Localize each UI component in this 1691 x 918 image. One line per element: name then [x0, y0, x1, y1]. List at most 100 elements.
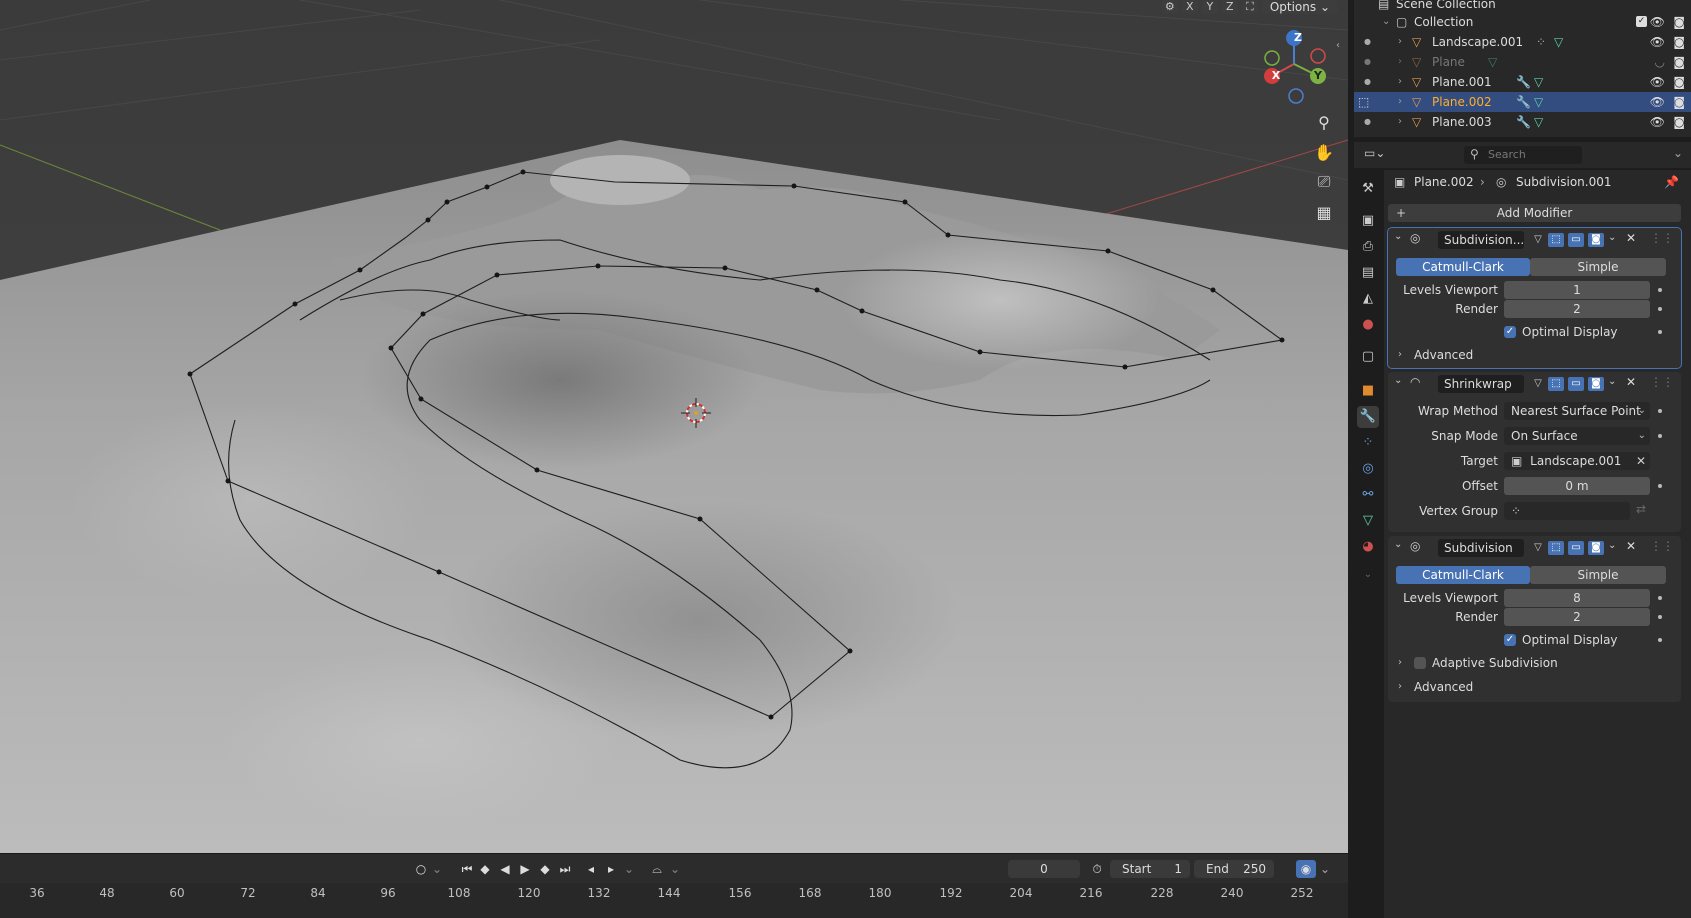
edit-cage-icon[interactable]: ▽ — [1530, 233, 1546, 247]
object-tab-icon[interactable]: ■ — [1357, 380, 1379, 402]
expand-icon[interactable]: › — [1398, 346, 1402, 364]
scene-tab-icon[interactable]: ◭ — [1357, 288, 1379, 310]
keyframe-dot-icon[interactable] — [1658, 307, 1662, 311]
adaptive-subdivision-subpanel[interactable]: Adaptive Subdivision — [1432, 654, 1558, 672]
collection-row[interactable]: ⌄ ▢ Collection ✓ 👁 ◙ — [1354, 12, 1691, 32]
camera-icon[interactable]: ◙ — [1673, 52, 1685, 72]
editor-type-icon[interactable]: ▭⌄ — [1364, 146, 1385, 160]
catmull-clark-button[interactable]: Catmull-Clark — [1396, 258, 1530, 276]
keyframe-dropdown-icon[interactable]: ⌄ — [430, 860, 444, 878]
adaptive-subdivision-checkbox[interactable] — [1414, 657, 1426, 669]
eye-icon[interactable]: 👁 — [1650, 32, 1665, 52]
keyframe-dot-icon[interactable] — [1658, 434, 1662, 438]
edit-mode-icon[interactable]: ⬚ — [1548, 541, 1564, 555]
eye-icon[interactable]: 👁 — [1650, 112, 1665, 132]
mesh-data-icon[interactable]: ▽ — [1554, 32, 1563, 52]
viewport-display-icon[interactable]: ▭ — [1568, 233, 1584, 247]
eye-icon[interactable]: 👁 — [1650, 72, 1665, 92]
collapse-icon[interactable]: ⌄ — [1394, 375, 1402, 386]
outliner-item[interactable]: ● › ▽ Plane.003 🔧 ▽ 👁 ◙ — [1354, 112, 1691, 132]
mirror-icon[interactable]: ⚙ — [1161, 0, 1178, 14]
optimal-display-checkbox[interactable]: ✓ — [1504, 326, 1516, 338]
physics-tab-icon[interactable]: ◎ — [1357, 458, 1379, 480]
close-icon[interactable]: ✕ — [1626, 231, 1636, 245]
current-frame-field[interactable]: 0 — [1008, 860, 1080, 878]
eye-icon[interactable]: 👁 — [1650, 12, 1665, 32]
eye-hidden-icon[interactable]: ◡ — [1655, 52, 1665, 72]
camera-icon[interactable]: ◙ — [1673, 112, 1685, 132]
invert-icon[interactable]: ⇄ — [1636, 502, 1646, 516]
target-field[interactable]: ▣ Landscape.001 ✕ — [1504, 452, 1650, 470]
pin-icon[interactable]: 📌 — [1664, 175, 1679, 189]
particles-icon[interactable]: ⁘ — [1536, 32, 1546, 52]
render-icon[interactable]: ◙ — [1588, 377, 1604, 391]
jump-start-icon[interactable]: ⏮ — [458, 860, 476, 878]
wrench-icon[interactable]: 🔧 — [1516, 72, 1531, 92]
modifier-name-field[interactable]: Shrinkwrap — [1438, 375, 1524, 393]
expand-icon[interactable]: › — [1398, 92, 1402, 112]
clear-icon[interactable]: ✕ — [1636, 452, 1646, 470]
keyframe-dot-icon[interactable] — [1658, 330, 1662, 334]
advanced-subpanel[interactable]: Advanced — [1414, 678, 1473, 696]
keyframe-dot-icon[interactable] — [1658, 409, 1662, 413]
snap-mode-dropdown[interactable]: On Surface ⌄ — [1504, 427, 1650, 445]
3d-viewport[interactable]: ⚙ X Y Z ⛶ Options ⌄ ‹ Z X Y ⚲ ✋ ⎚ ▦ — [0, 0, 1348, 853]
search-input[interactable]: ⚲ Search — [1464, 146, 1582, 164]
prev-keyframe-icon[interactable]: ◆ — [476, 860, 494, 878]
expand-icon[interactable]: › — [1398, 32, 1402, 52]
offset-field[interactable]: 0 m — [1504, 477, 1650, 495]
jump-end-icon[interactable]: ⏭ — [556, 860, 574, 878]
wrench-icon[interactable]: 🔧 — [1516, 92, 1531, 112]
edit-mode-icon[interactable]: ⬚ — [1548, 233, 1564, 247]
collapse-icon[interactable]: ⌄ — [1382, 12, 1390, 32]
next-frame-icon[interactable]: ▸ — [602, 860, 620, 878]
camera-view-icon[interactable]: ⎚ — [1310, 168, 1338, 196]
expand-icon[interactable]: › — [1398, 654, 1402, 672]
add-modifier-button[interactable]: + Add Modifier — [1388, 204, 1681, 222]
dropdown-icon[interactable]: ⌄ — [1608, 540, 1616, 551]
optimal-display-checkbox[interactable]: ✓ — [1504, 634, 1516, 646]
camera-icon[interactable]: ◙ — [1673, 92, 1685, 112]
next-keyframe-icon[interactable]: ◆ — [536, 860, 554, 878]
simple-button[interactable]: Simple — [1530, 566, 1666, 584]
options-dropdown[interactable]: Options ⌄ — [1261, 0, 1338, 14]
levels-viewport-field[interactable]: 1 — [1504, 281, 1650, 299]
outliner-item-selected[interactable]: ⬚ › ▽ Plane.002 🔧 ▽ 👁 ◙ — [1354, 92, 1691, 112]
pan-hand-icon[interactable]: ✋ — [1310, 138, 1338, 166]
mesh-data-icon[interactable]: ▽ — [1488, 52, 1497, 72]
play-icon[interactable]: ▶ — [516, 860, 534, 878]
dropdown-icon[interactable]: ⌄ — [1608, 376, 1616, 387]
edit-cage-icon[interactable]: ▽ — [1530, 541, 1546, 555]
render-levels-field[interactable]: 2 — [1504, 300, 1650, 318]
overlay-icon[interactable]: ◉ — [1296, 860, 1316, 878]
play-reverse-icon[interactable]: ◀ — [496, 860, 514, 878]
outliner-item[interactable]: ● › ▽ Landscape.001 ⁘ ▽ 👁 ◙ — [1354, 32, 1691, 52]
camera-icon[interactable]: ◙ — [1673, 12, 1685, 32]
mesh-data-icon[interactable]: ▽ — [1534, 72, 1543, 92]
material-tab-icon[interactable]: ◕ — [1357, 536, 1379, 558]
modifier-header[interactable]: ⌄ ◎ Subdivision.... ▽ ⬚ ▭ ◙ ⌄ ✕ ⋮⋮ — [1388, 228, 1681, 252]
axis-x-button[interactable]: X — [1181, 0, 1198, 14]
edit-mode-icon[interactable]: ⬚ — [1358, 92, 1369, 112]
world-tab-icon[interactable]: ● — [1357, 314, 1379, 336]
collapse-icon[interactable]: ⌄ — [1394, 539, 1402, 550]
keyframe-dot-icon[interactable] — [1658, 638, 1662, 642]
keyframe-dot-icon[interactable] — [1658, 288, 1662, 292]
data-tab-icon[interactable]: ▽ — [1357, 510, 1379, 532]
modifier-header[interactable]: ⌄ ◠ Shrinkwrap ▽ ⬚ ▭ ◙ ⌄ ✕ ⋮⋮ — [1388, 372, 1681, 396]
timeline-ruler[interactable]: 36 48 60 72 84 96 108 120 132 144 156 16… — [0, 883, 1348, 918]
collection-tab-icon[interactable]: ▢ — [1357, 346, 1379, 368]
levels-viewport-field[interactable]: 8 — [1504, 589, 1650, 607]
expand-icon[interactable]: › — [1398, 72, 1402, 92]
expand-icon[interactable]: › — [1398, 52, 1402, 72]
zoom-icon[interactable]: ⚲ — [1310, 108, 1338, 136]
drag-handle-icon[interactable]: ⋮⋮ — [1650, 375, 1674, 389]
modifier-name-field[interactable]: Subdivision — [1438, 539, 1524, 557]
eye-icon[interactable]: 👁 — [1650, 92, 1665, 112]
keyframe-type-icon[interactable]: ○ — [412, 860, 430, 878]
keyframe-dot-icon[interactable] — [1658, 615, 1662, 619]
render-icon[interactable]: ◙ — [1588, 541, 1604, 555]
modifier-name-field[interactable]: Subdivision.... — [1438, 231, 1524, 249]
output-tab-icon[interactable]: ⎙ — [1357, 236, 1379, 258]
viewport-display-icon[interactable]: ▭ — [1568, 377, 1584, 391]
